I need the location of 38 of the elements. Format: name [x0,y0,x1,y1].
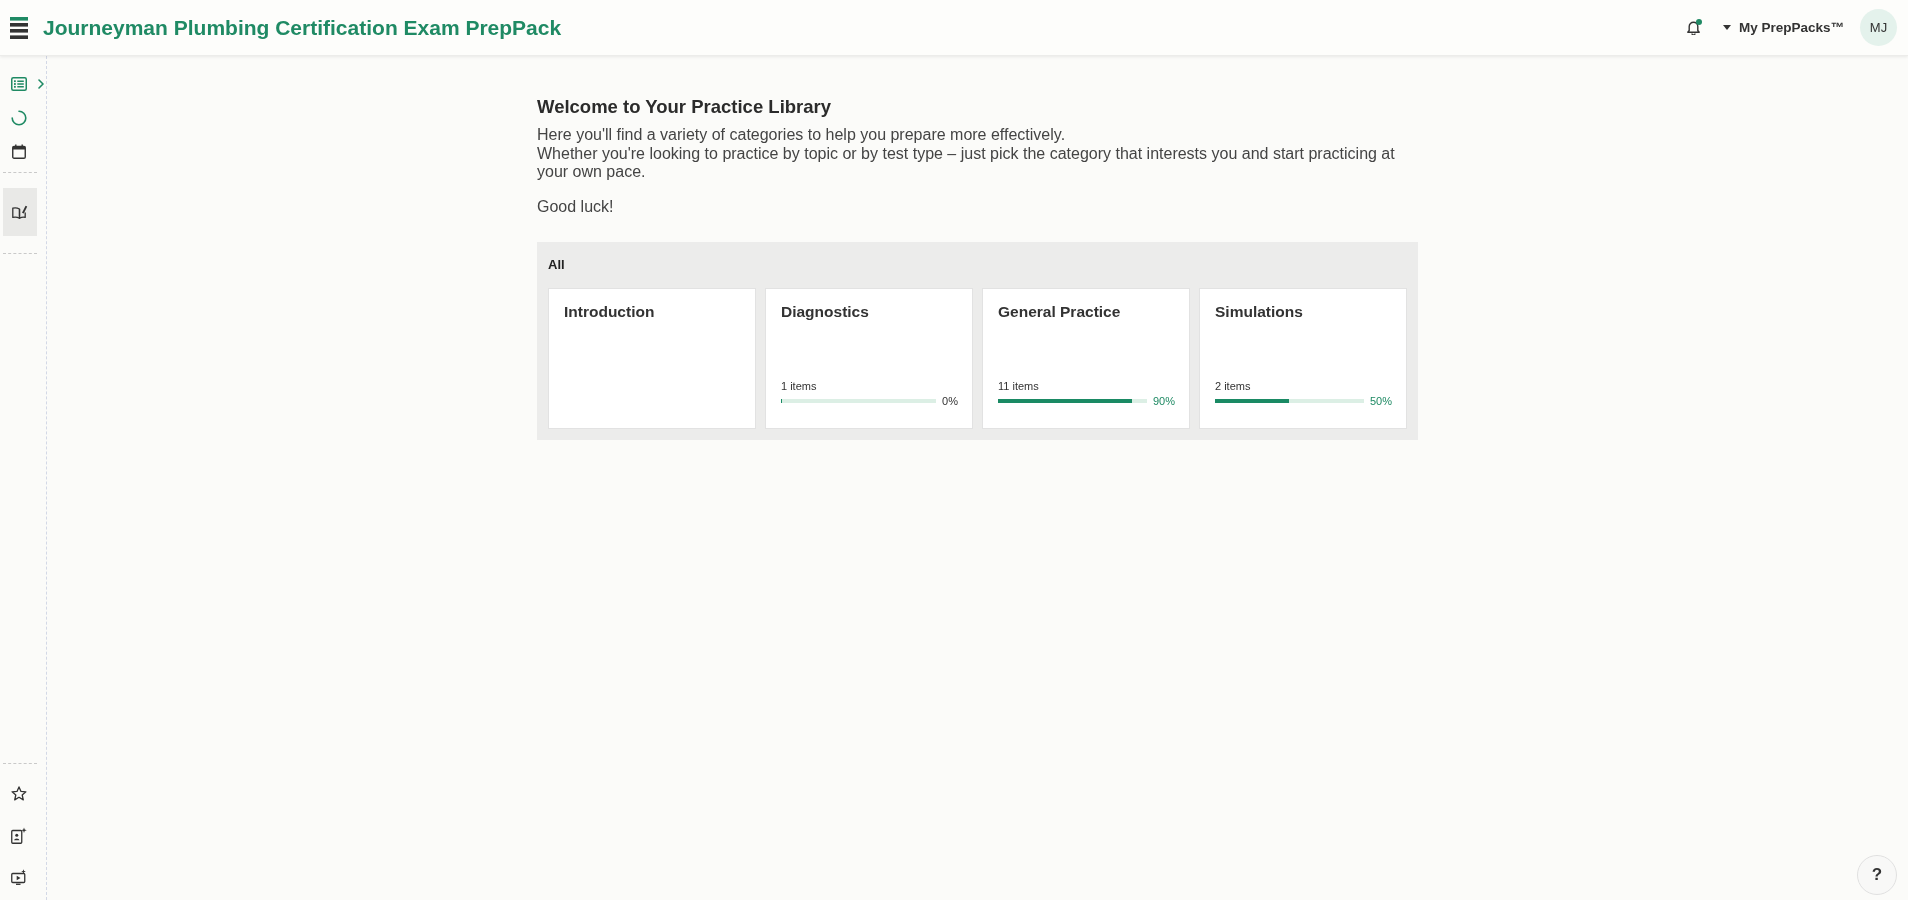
progress-ring-icon [11,109,27,126]
video-sparkle-icon [10,869,28,885]
closing-text: Good luck! [537,198,615,217]
card-title: Simulations [1215,301,1303,322]
item-count: 11 items [998,379,1039,393]
category-card[interactable]: General Practice 11 items 90% [982,287,1190,429]
percent-label: 90% [1152,394,1175,408]
menu-icon [10,16,28,39]
bell-icon [1687,20,1701,35]
star-icon [11,785,27,801]
card-title: General Practice [998,301,1121,322]
avatar-button[interactable]: MJ [1860,9,1897,46]
chevron-right-icon [38,79,44,89]
notifications-button[interactable] [1684,17,1703,38]
list-icon [11,76,27,91]
percent-label: 0% [942,394,958,408]
page-heading: Welcome to Your Practice Library [537,96,833,118]
item-count: 1 items [781,379,817,393]
percent-label: 50% [1369,394,1392,408]
category-card[interactable]: Diagnostics 1 items 0% [765,287,973,429]
menu-button[interactable] [9,15,29,40]
account-menu-button[interactable]: My PrepPacks™ [1722,20,1844,35]
intro-text: Here you'll find a variety of categories to help you prepare more effectively. [537,126,1067,145]
book-with-pen-icon [12,205,28,219]
document-sparkle-icon [11,826,27,844]
expand-sidebar-button[interactable] [36,77,46,91]
intro-text: Whether you're looking to practice by topic or by test type – just pick the category that interests you and start practicing at your own pace. [537,144,1396,182]
category-card[interactable]: Simulations 2 items 50% [1199,287,1407,429]
calendar-icon [12,144,26,159]
panel-title: All [548,256,565,273]
help-button[interactable]: ? [1857,855,1897,895]
item-count: 2 items [1215,379,1251,393]
study-guide-button[interactable] [3,188,37,236]
card-title: Diagnostics [781,301,869,322]
category-card[interactable]: Introduction [548,287,756,429]
caret-icon [1722,25,1731,30]
app-title: Journeyman Plumbing Certification Exam PrepPack [43,15,562,40]
card-title: Introduction [564,301,655,322]
